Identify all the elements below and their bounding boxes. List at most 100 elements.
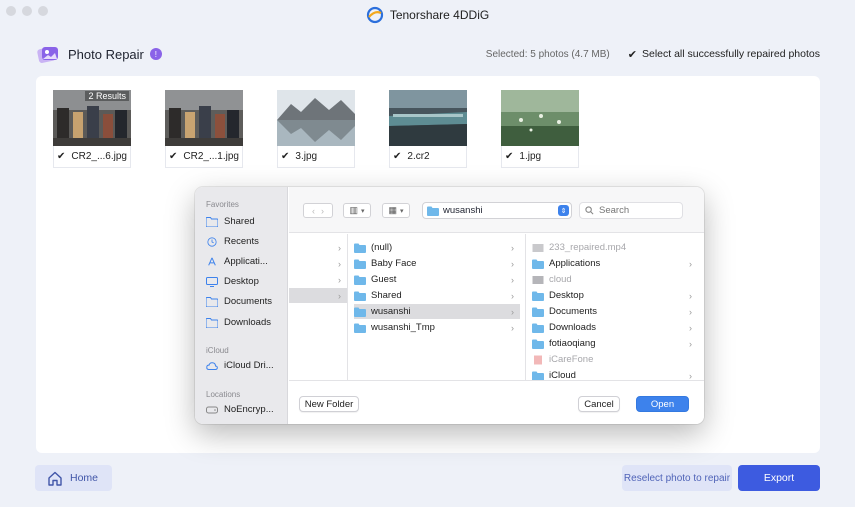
sidebar-item-recents[interactable]: Recents <box>206 236 286 247</box>
search-icon <box>585 206 594 215</box>
folder-icon <box>206 296 218 307</box>
group-by-button[interactable]: ▦ ▾ <box>382 203 410 218</box>
video-file-icon <box>532 243 544 252</box>
folder-icon <box>354 307 366 317</box>
list-item[interactable]: Shared › <box>354 288 520 303</box>
dialog-footer: New Folder Cancel Open <box>289 380 704 424</box>
cloud-icon <box>206 361 218 370</box>
sidebar-section-icloud: iCloud <box>206 346 229 355</box>
list-item[interactable]: › <box>289 240 347 255</box>
title-bar: Tenorshare 4DDiG <box>0 0 855 30</box>
photo-thumbnail[interactable]: 2 Results ✔ CR2_...6.jpg <box>53 90 131 168</box>
new-folder-button[interactable]: New Folder <box>299 396 359 412</box>
photo-thumbnail[interactable]: ✔ 3.jpg <box>277 90 355 168</box>
dialog-sidebar: Favorites Shared Recents Applicati... De… <box>195 187 288 424</box>
folder-icon <box>354 291 366 301</box>
list-item[interactable]: Applications › <box>532 256 698 271</box>
photo-checkbox[interactable]: ✔ <box>393 151 401 162</box>
sidebar-section-locations: Locations <box>206 390 241 399</box>
photo-caption: ✔ CR2_...1.jpg <box>165 146 243 168</box>
photo-name: CR2_...6.jpg <box>71 151 127 162</box>
folder-icon <box>532 291 544 301</box>
reselect-photo-button[interactable]: Reselect photo to repair <box>622 465 732 491</box>
folder-icon <box>532 371 544 381</box>
sidebar-section-favorites: Favorites <box>206 200 239 209</box>
photo-name: 3.jpg <box>295 151 318 162</box>
info-badge[interactable]: ! <box>149 48 162 60</box>
columns-view-icon: ▥ <box>349 205 358 215</box>
folder-icon <box>206 216 218 227</box>
export-button[interactable]: Export <box>738 465 820 491</box>
app-file-icon <box>534 355 542 364</box>
home-icon <box>48 471 62 486</box>
nav-back-forward[interactable]: ‹ › <box>303 203 333 218</box>
list-item: cloud <box>532 272 698 287</box>
sidebar-item-documents[interactable]: Documents <box>206 296 286 307</box>
file-icon <box>532 275 544 284</box>
location-popup[interactable]: wusanshi ⇕ <box>422 202 572 219</box>
chevron-down-icon: ▾ <box>400 207 404 215</box>
list-item[interactable]: Baby Face › <box>354 256 520 271</box>
list-item[interactable]: Guest › <box>354 272 520 287</box>
photo-thumbnail[interactable]: ✔ 2.cr2 <box>389 90 467 168</box>
list-item[interactable]: fotiaoqiang › <box>532 336 698 351</box>
chevron-down-icon: ▾ <box>361 207 365 215</box>
folder-icon <box>206 317 218 328</box>
folder-icon <box>354 323 366 333</box>
list-item[interactable]: › <box>289 256 347 271</box>
select-all-label[interactable]: Select all successfully repaired photos <box>642 48 820 60</box>
folder-icon <box>532 339 544 349</box>
search-input[interactable] <box>599 205 679 216</box>
sidebar-item-disk[interactable]: NoEncryp... <box>206 404 286 415</box>
updown-arrow-icon[interactable]: ⇕ <box>558 205 569 216</box>
list-item[interactable]: wusanshi_Tmp › <box>354 320 520 335</box>
list-item[interactable]: Downloads › <box>532 320 698 335</box>
photo-checkbox[interactable]: ✔ <box>169 151 177 162</box>
list-item[interactable]: Documents › <box>532 304 698 319</box>
file-open-dialog: Favorites Shared Recents Applicati... De… <box>195 187 704 424</box>
list-item-selected[interactable]: wusanshi › <box>354 304 520 319</box>
photo-thumbnail[interactable]: ✔ CR2_...1.jpg <box>165 90 243 168</box>
chevron-right-icon[interactable]: › <box>321 206 324 216</box>
photo-image <box>277 90 355 146</box>
home-label: Home <box>70 472 99 484</box>
selected-info: Selected: 5 photos (4.7 MB) <box>485 48 610 60</box>
home-button[interactable]: Home <box>35 465 112 491</box>
photo-image <box>165 90 243 146</box>
photo-checkbox[interactable]: ✔ <box>57 151 65 162</box>
sidebar-item-shared[interactable]: Shared <box>206 216 286 227</box>
close-window-button[interactable] <box>6 6 16 16</box>
sidebar-item-downloads[interactable]: Downloads <box>206 317 286 328</box>
select-all-checkbox[interactable]: ✔ <box>628 48 637 61</box>
folder-icon <box>532 259 544 269</box>
sidebar-item-desktop[interactable]: Desktop <box>206 276 286 287</box>
chevron-left-icon[interactable]: ‹ <box>312 206 315 216</box>
photo-caption: ✔ 3.jpg <box>277 146 355 168</box>
list-item[interactable]: Desktop › <box>532 288 698 303</box>
open-button[interactable]: Open <box>636 396 689 412</box>
app-logo-icon <box>366 6 383 24</box>
sidebar-item-applications[interactable]: Applicati... <box>206 256 286 267</box>
list-item[interactable]: › <box>289 288 347 303</box>
photo-thumbnail[interactable]: ✔ 1.jpg <box>501 90 579 168</box>
sidebar-item-icloud-drive[interactable]: iCloud Dri... <box>206 360 286 371</box>
list-item[interactable]: (null) › <box>354 240 520 255</box>
search-field[interactable] <box>579 202 683 219</box>
photo-image: 2 Results <box>53 90 131 146</box>
photo-caption: ✔ 2.cr2 <box>389 146 467 168</box>
zoom-window-button[interactable] <box>38 6 48 16</box>
list-item: iCareFone <box>532 352 698 367</box>
photo-checkbox[interactable]: ✔ <box>505 151 513 162</box>
browser-column-3: 233_repaired.mp4 Applications › cloud Des… <box>526 234 704 381</box>
grid-view-icon: ▦ <box>388 205 397 215</box>
app-title: Tenorshare 4DDiG <box>389 8 490 22</box>
cancel-button[interactable]: Cancel <box>578 396 620 412</box>
view-columns-button[interactable]: ▥ ▾ <box>343 203 371 218</box>
folder-icon <box>532 323 544 333</box>
minimize-window-button[interactable] <box>22 6 32 16</box>
folder-icon <box>427 206 439 216</box>
photo-checkbox[interactable]: ✔ <box>281 151 289 162</box>
browser-column-2: (null) › Baby Face › Guest › Shared › wusans… <box>348 234 526 380</box>
photo-caption: ✔ 1.jpg <box>501 146 579 168</box>
list-item[interactable]: › <box>289 272 347 287</box>
